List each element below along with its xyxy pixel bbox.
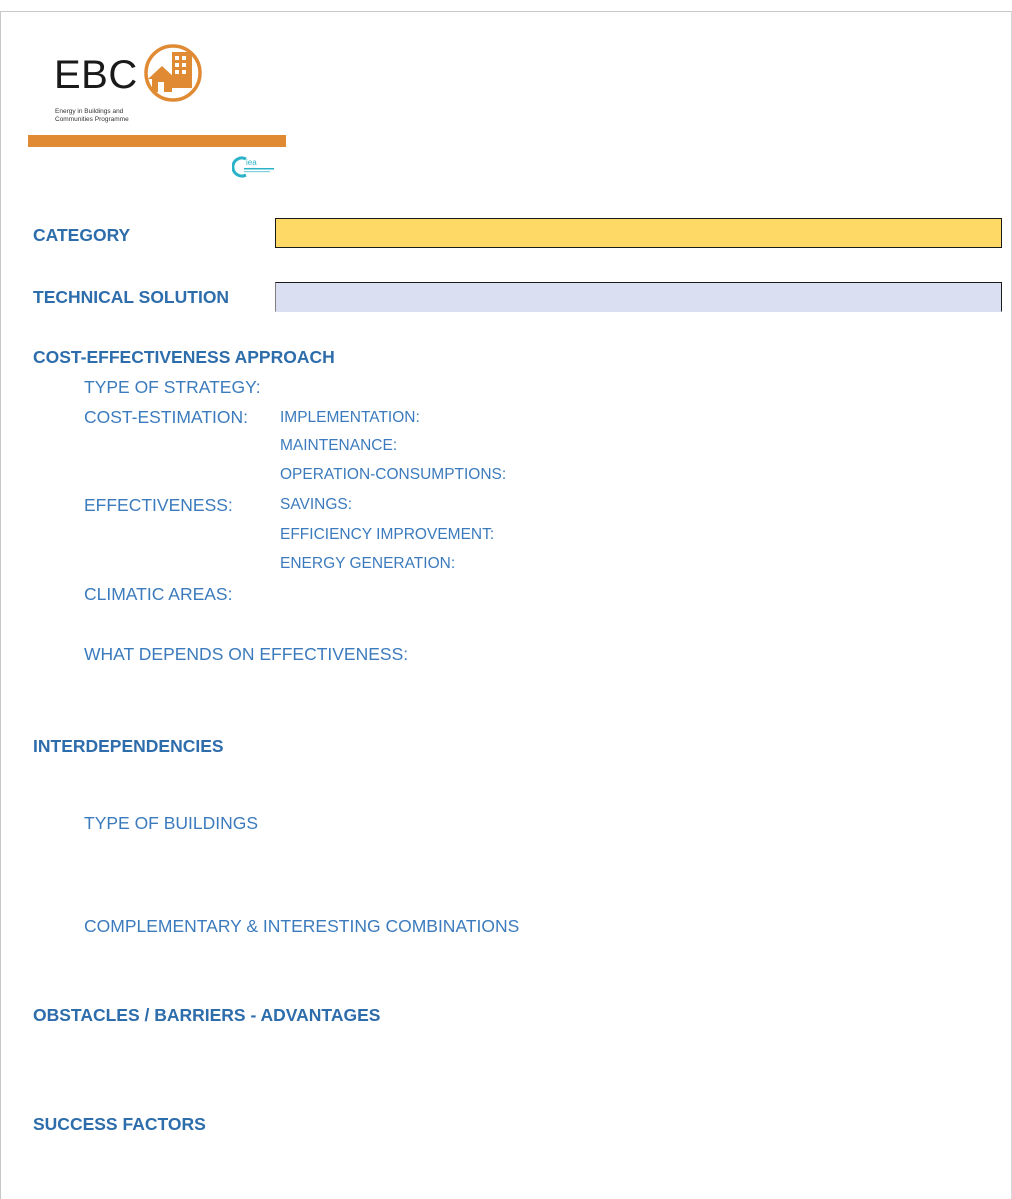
implementation-label: IMPLEMENTATION: — [280, 409, 420, 426]
savings-label: SAVINGS: — [280, 496, 353, 513]
obstacles-heading: OBSTACLES / BARRIERS - ADVANTAGES — [33, 1005, 381, 1025]
technical-solution-field[interactable] — [275, 282, 1002, 312]
page-border — [0, 11, 1012, 12]
logo-orange-bar — [28, 135, 286, 147]
what-depends-label: WHAT DEPENDS ON EFFECTIVENESS: — [84, 644, 409, 664]
ebc-logo: EBC Energy in Buildings and Communities … — [28, 40, 286, 185]
category-field[interactable] — [275, 218, 1002, 248]
category-label: CATEGORY — [33, 225, 131, 245]
logo-brand-text: EBC — [54, 53, 138, 97]
cost-effectiveness-heading: COST-EFFECTIVENESS APPROACH — [33, 347, 335, 367]
cost-estimation-label: COST-ESTIMATION: — [84, 407, 248, 427]
effectiveness-label: EFFECTIVENESS: — [84, 495, 233, 515]
type-of-buildings-label: TYPE OF BUILDINGS — [84, 813, 259, 833]
combinations-label: COMPLEMENTARY & INTERESTING COMBINATIONS — [84, 916, 520, 936]
efficiency-improvement-label: EFFICIENCY IMPROVEMENT: — [280, 526, 495, 543]
energy-generation-label: ENERGY GENERATION: — [280, 555, 456, 572]
iea-mark-text: iea — [246, 158, 257, 167]
page-border — [0, 11, 1, 1199]
success-factors-heading: SUCCESS FACTORS — [33, 1114, 206, 1134]
interdependencies-heading: INTERDEPENDENCIES — [33, 736, 224, 756]
maintenance-label: MAINTENANCE: — [280, 437, 398, 454]
logo-tagline: Energy in Buildings and Communities Prog… — [55, 108, 129, 123]
technical-solution-label: TECHNICAL SOLUTION — [33, 287, 230, 307]
operation-consumptions-label: OPERATION-CONSUMPTIONS: — [280, 466, 507, 483]
type-of-strategy-label: TYPE OF STRATEGY: — [84, 377, 261, 397]
climatic-areas-label: CLIMATIC AREAS: — [84, 584, 233, 604]
building-house-icon — [144, 44, 202, 102]
iea-network-icon: iea — [232, 156, 274, 178]
